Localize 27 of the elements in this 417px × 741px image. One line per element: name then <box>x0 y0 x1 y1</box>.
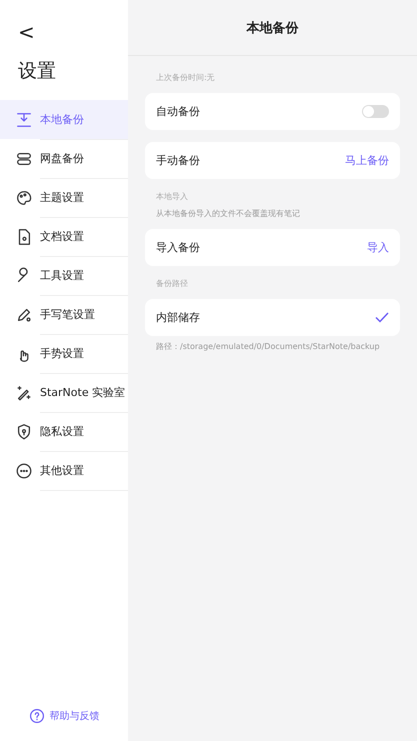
help-button[interactable]: 帮助与反馈 <box>22 707 106 725</box>
section-label: 上次备份时间:无 <box>156 72 216 83</box>
row-label: 手动备份 <box>156 153 200 168</box>
settings-row[interactable]: 自动备份 <box>145 93 400 130</box>
back-button[interactable]: < <box>14 20 39 44</box>
download-tray-icon <box>15 110 33 128</box>
path-text: 路径：/storage/emulated/0/Documents/StarNote/backup <box>156 341 381 352</box>
action-link[interactable]: 导入 <box>367 240 389 255</box>
screen-title: 本地备份 <box>128 0 417 56</box>
section-note: 从本地备份导入的文件不会覆盖现有笔记 <box>156 208 301 219</box>
shield-icon <box>15 422 33 440</box>
section-label: 本地导入 <box>156 191 189 202</box>
help-icon <box>28 708 44 724</box>
settings-row[interactable]: 内部储存 <box>145 299 400 336</box>
settings-row[interactable]: 导入备份 导入 <box>145 229 400 266</box>
sidebar-item[interactable]: 本地备份 <box>0 100 128 139</box>
row-label: 内部储存 <box>156 310 200 325</box>
palette-icon <box>15 188 33 206</box>
section-label: 备份路径 <box>156 278 189 289</box>
magic-wand-icon <box>15 384 33 402</box>
toggle-switch[interactable] <box>362 105 389 118</box>
action-link[interactable]: 马上备份 <box>345 153 389 168</box>
more-icon <box>15 462 33 480</box>
settings-row[interactable]: 手动备份 马上备份 <box>145 142 400 179</box>
row-label: 导入备份 <box>156 240 200 255</box>
page-heading: 设置 <box>18 59 57 84</box>
row-label: 自动备份 <box>156 104 200 119</box>
